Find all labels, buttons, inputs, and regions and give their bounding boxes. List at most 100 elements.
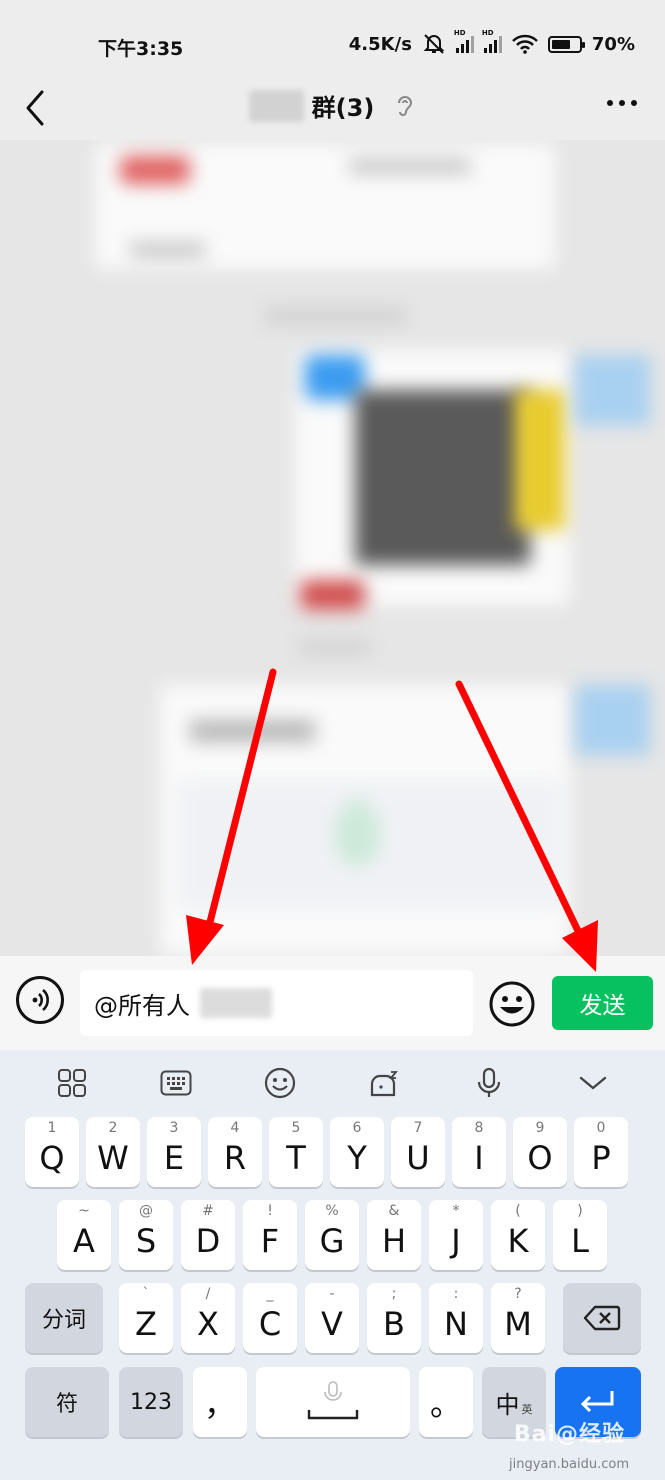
key-label: T xyxy=(286,1139,306,1177)
emoji-icon[interactable] xyxy=(488,980,536,1028)
message-text-line xyxy=(130,242,205,258)
enter-icon xyxy=(580,1391,614,1413)
key-label: Z xyxy=(135,1305,157,1343)
key-hint: @ xyxy=(139,1203,153,1219)
key-s[interactable]: @ S xyxy=(119,1200,173,1270)
page-title: 群(3) xyxy=(311,94,375,122)
key-f[interactable]: ! F xyxy=(243,1200,297,1270)
key-label: P xyxy=(591,1139,611,1177)
key-t[interactable]: 5T xyxy=(269,1117,323,1187)
redacted-text xyxy=(200,988,272,1018)
key-hint: / xyxy=(205,1286,211,1302)
watermark-url: jingyan.baidu.com xyxy=(509,1457,629,1472)
comma-key[interactable]: ， xyxy=(193,1367,247,1437)
key-m[interactable]: ? M xyxy=(491,1283,545,1353)
keyboard-toolbar xyxy=(0,1050,665,1116)
mic-icon[interactable] xyxy=(472,1066,506,1100)
key-label: F xyxy=(260,1222,280,1260)
period-key[interactable]: 。 xyxy=(419,1367,473,1437)
backspace-key[interactable] xyxy=(563,1283,641,1353)
key-y[interactable]: 6Y xyxy=(330,1117,384,1187)
key-label: X xyxy=(197,1305,219,1343)
key-hint: 4 xyxy=(230,1120,240,1136)
voice-icon[interactable] xyxy=(16,976,64,1024)
qr-image xyxy=(355,390,530,565)
key-p[interactable]: 0P xyxy=(574,1117,628,1187)
space-key[interactable] xyxy=(256,1367,410,1437)
key-o[interactable]: 9O xyxy=(513,1117,567,1187)
number-key[interactable]: 123 xyxy=(119,1367,183,1437)
key-label: U xyxy=(406,1139,430,1177)
key-hint: ( xyxy=(515,1203,521,1219)
key-hint: ; xyxy=(391,1286,397,1302)
key-hint: ) xyxy=(577,1203,583,1219)
key-z[interactable]: ` Z xyxy=(119,1283,173,1353)
collapse-icon[interactable] xyxy=(576,1066,610,1100)
skin-icon[interactable] xyxy=(368,1066,402,1100)
battery-percent: 70% xyxy=(591,33,635,55)
key-hint: 1 xyxy=(47,1120,57,1136)
key-h[interactable]: & H xyxy=(367,1200,421,1270)
key-n[interactable]: :N xyxy=(429,1283,483,1353)
keyboard-emoji-icon[interactable] xyxy=(263,1066,297,1100)
key-e[interactable]: 3E xyxy=(147,1117,201,1187)
key-hint: 2 xyxy=(108,1120,118,1136)
key-v[interactable]: -V xyxy=(305,1283,359,1353)
key-hint: * xyxy=(452,1203,460,1219)
key-label: I xyxy=(474,1139,484,1177)
key-label: G xyxy=(319,1222,345,1260)
input-bar: @所有人 发送 xyxy=(0,956,665,1050)
key-x[interactable]: / X xyxy=(181,1283,235,1353)
key-label: R xyxy=(223,1139,247,1177)
key-q[interactable]: 1Q xyxy=(25,1117,79,1187)
status-time: 下午3:35 xyxy=(98,38,184,60)
key-label: V xyxy=(321,1305,343,1343)
message-badge xyxy=(300,580,365,610)
key-b[interactable]: ; B xyxy=(367,1283,421,1353)
key-hint: & xyxy=(388,1203,400,1219)
status-bar: 下午3:35 4.5K/s HD HD 70% xyxy=(0,0,665,80)
symbol-key[interactable]: 符 xyxy=(25,1367,109,1437)
map-area xyxy=(175,780,565,910)
apps-grid-icon[interactable] xyxy=(55,1066,89,1100)
key-label: W xyxy=(97,1139,129,1177)
key-label: B xyxy=(383,1305,405,1343)
key-label: N xyxy=(444,1305,468,1343)
wifi-icon xyxy=(512,34,538,54)
key-l[interactable]: ) L xyxy=(553,1200,607,1270)
key-label: S xyxy=(135,1222,157,1260)
more-icon[interactable] xyxy=(607,100,637,106)
chat-messages xyxy=(0,140,665,956)
message-text-line xyxy=(190,720,315,742)
key-label: A xyxy=(73,1222,95,1260)
timestamp-label xyxy=(265,308,405,324)
key-a[interactable]: ~ A xyxy=(57,1200,111,1270)
key-d[interactable]: # D xyxy=(181,1200,235,1270)
message-badge xyxy=(120,156,190,184)
key-g[interactable]: % G xyxy=(305,1200,359,1270)
signal-icon-1: HD xyxy=(454,29,474,53)
key-w[interactable]: 2W xyxy=(86,1117,140,1187)
message-input[interactable]: @所有人 xyxy=(80,970,473,1036)
key-i[interactable]: 8I xyxy=(452,1117,506,1187)
send-button[interactable]: 发送 xyxy=(552,976,653,1030)
key-c[interactable]: _ C xyxy=(243,1283,297,1353)
key-hint: ? xyxy=(514,1286,522,1302)
status-icons: 4.5K/s HD HD 70% xyxy=(349,29,635,55)
key-j[interactable]: * J xyxy=(429,1200,483,1270)
key-k[interactable]: (K xyxy=(491,1200,545,1270)
key-hint: 3 xyxy=(169,1120,179,1136)
key-u[interactable]: 7U xyxy=(391,1117,445,1187)
key-label: J xyxy=(451,1222,461,1260)
key-hint: : xyxy=(453,1286,459,1302)
keyboard-icon[interactable] xyxy=(159,1066,193,1100)
key-r[interactable]: 4R xyxy=(208,1117,262,1187)
fenci-key[interactable]: 分词 xyxy=(25,1283,103,1353)
signal-icon-2: HD xyxy=(482,29,502,53)
watermark-logo: Bai@经验 xyxy=(513,1422,625,1447)
backspace-icon xyxy=(583,1305,621,1331)
key-hint: 8 xyxy=(474,1120,484,1136)
key-hint: # xyxy=(202,1203,214,1219)
chat-header: 群(3) xyxy=(0,80,665,140)
mute-bell-icon xyxy=(423,34,445,54)
